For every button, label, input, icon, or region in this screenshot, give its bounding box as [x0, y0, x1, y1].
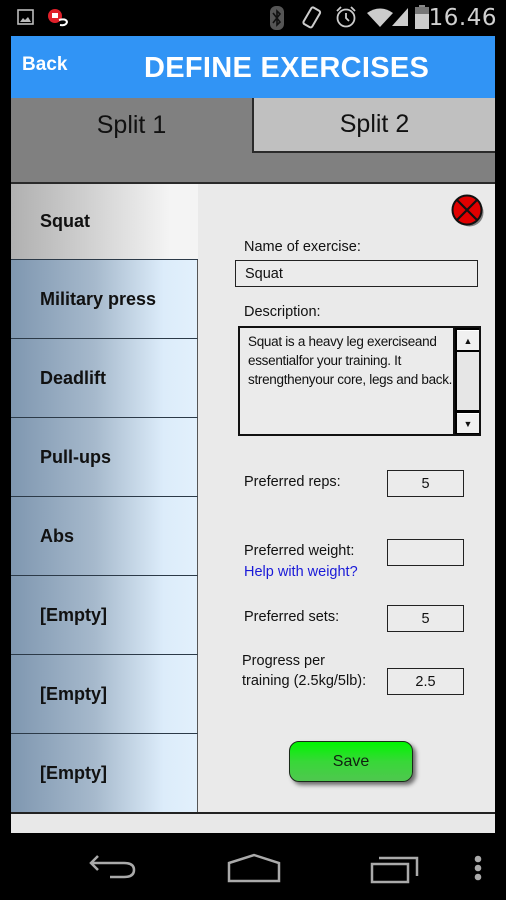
app-window: Back DEFINE EXERCISES Split 1 Split 2 Sq…	[11, 36, 495, 833]
back-button[interactable]: Back	[22, 54, 67, 76]
scroll-thumb[interactable]	[457, 352, 479, 410]
exercise-item-empty-2[interactable]: [Empty]	[11, 655, 198, 734]
exercise-item-military-press[interactable]: Military press	[11, 260, 198, 339]
back-icon[interactable]	[88, 853, 138, 881]
exercise-item-empty-1[interactable]: [Empty]	[11, 576, 198, 655]
arrow-up-icon: ▲	[463, 335, 473, 346]
page-title: DEFINE EXERCISES	[144, 52, 430, 84]
sets-input[interactable]: 5	[387, 605, 464, 632]
description-text: Squat is a heavy leg exerciseand essenti…	[248, 334, 453, 387]
screen-record-icon	[48, 9, 69, 27]
reps-label: Preferred reps:	[244, 474, 341, 490]
description-scrollbar[interactable]: ▲ ▼	[453, 328, 479, 434]
save-button[interactable]: Save	[289, 741, 413, 782]
vibrate-icon	[302, 6, 322, 29]
description-label: Description:	[244, 304, 321, 320]
arrow-down-icon: ▼	[463, 418, 473, 429]
delete-exercise-button[interactable]	[451, 194, 485, 228]
tab-split-2[interactable]: Split 2	[252, 98, 495, 153]
progress-label-line1: Progress per	[242, 653, 326, 669]
progress-input[interactable]: 2.5	[387, 668, 464, 695]
help-with-weight-link[interactable]: Help with weight?	[244, 564, 358, 580]
scroll-up-button[interactable]: ▲	[457, 330, 479, 350]
weight-label: Preferred weight:	[244, 543, 355, 559]
exercise-item-deadlift[interactable]: Deadlift	[11, 339, 198, 418]
clock-time: 16.46	[428, 5, 497, 31]
tab-split-1[interactable]: Split 1	[11, 98, 252, 153]
recents-icon[interactable]	[369, 854, 421, 884]
exercise-item-empty-3[interactable]: [Empty]	[11, 734, 198, 813]
bluetooth-icon	[270, 6, 284, 30]
description-textarea[interactable]: Squat is a heavy leg exerciseand essenti…	[238, 326, 481, 436]
exercise-list: Squat Military press Deadlift Pull-ups A…	[11, 184, 198, 813]
battery-icon	[415, 5, 429, 29]
reps-input[interactable]: 5	[387, 470, 464, 497]
scroll-down-button[interactable]: ▼	[457, 413, 479, 433]
gallery-icon	[17, 9, 34, 25]
home-icon[interactable]	[227, 853, 281, 883]
wifi-icon	[367, 8, 393, 27]
name-input[interactable]: Squat	[235, 260, 478, 287]
exercise-form: Name of exercise: Squat Description: Squ…	[198, 184, 495, 812]
name-label: Name of exercise:	[244, 239, 361, 255]
exercise-item-abs[interactable]: Abs	[11, 497, 198, 576]
exercise-item-pull-ups[interactable]: Pull-ups	[11, 418, 198, 497]
signal-icon	[392, 8, 408, 26]
system-nav-bar	[0, 833, 506, 900]
sets-label: Preferred sets:	[244, 609, 340, 625]
menu-icon[interactable]	[472, 855, 484, 883]
weight-input[interactable]	[387, 539, 464, 566]
exercise-item-squat[interactable]: Squat	[11, 184, 198, 260]
app-header: Back DEFINE EXERCISES	[11, 36, 495, 98]
bottom-strip	[11, 812, 495, 833]
status-bar: 16.46	[0, 0, 506, 36]
progress-label-line2: training (2.5kg/5lb):	[242, 673, 367, 689]
alarm-icon	[336, 6, 356, 28]
split-tabs: Split 1 Split 2	[11, 98, 495, 184]
